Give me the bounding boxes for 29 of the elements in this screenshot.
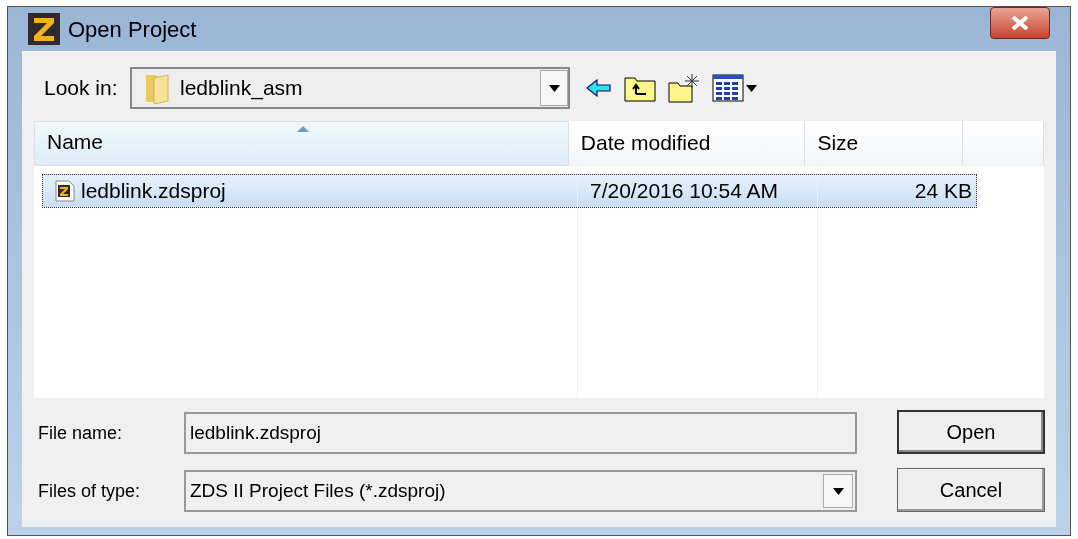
folder-icon — [144, 72, 170, 104]
file-type-label: Files of type: — [37, 479, 142, 503]
file-row[interactable]: ledblink.zdsproj 7/20/2016 10:54 AM 24 KB — [42, 174, 977, 208]
new-folder-icon[interactable] — [668, 73, 700, 103]
app-logo-icon — [28, 13, 60, 45]
view-menu-icon[interactable] — [712, 74, 757, 102]
column-header[interactable]: Size — [805, 121, 964, 166]
file-name-field[interactable]: ledblink.zdsproj — [184, 412, 857, 454]
close-button[interactable] — [990, 7, 1050, 39]
dropdown-caret-icon — [540, 70, 568, 106]
sort-arrow-icon — [297, 126, 309, 132]
dropdown-caret-icon — [823, 474, 853, 508]
close-icon — [1010, 16, 1030, 30]
file-name-label: File name: — [37, 421, 124, 445]
file-type-dropdown[interactable]: ZDS II Project Files (*.zdsproj) — [184, 470, 857, 512]
size-cell-text: 24 KB — [913, 178, 973, 205]
column-header[interactable]: Name — [34, 121, 569, 166]
folder-up-icon[interactable] — [624, 74, 656, 102]
column-header[interactable]: Date modified — [568, 121, 806, 166]
look-in-value: ledblink_asm — [180, 75, 304, 102]
date-modified-cell-text: 7/20/2016 10:54 AM — [589, 178, 779, 205]
look-in-dropdown[interactable]: ledblink_asm — [130, 67, 570, 109]
file-icon — [55, 180, 75, 202]
dialog-button[interactable]: Cancel — [897, 468, 1045, 512]
window-title: Open Project — [68, 15, 197, 44]
look-in-label: Look in: — [43, 75, 119, 102]
file-name-cell-text: ledblink.zdsproj — [81, 178, 226, 205]
back-arrow-icon[interactable] — [586, 78, 612, 98]
dialog-button[interactable]: Open — [897, 410, 1045, 454]
